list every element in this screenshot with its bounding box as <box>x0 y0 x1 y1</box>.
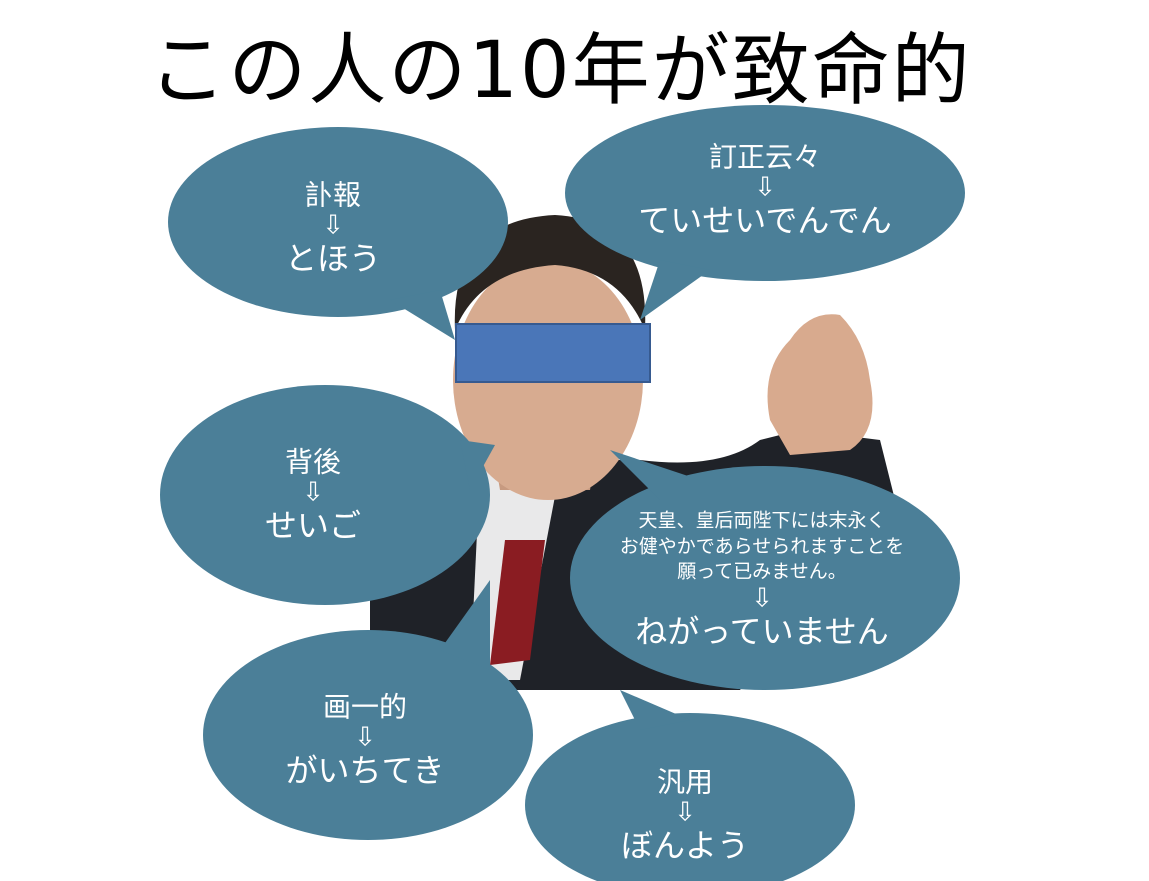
bubble-reading: ぼんよう <box>620 826 750 865</box>
bubble-source-line: 天皇、皇后両陛下には末永く <box>638 509 886 532</box>
bubble-kakuitsuteki: 画一的 ⇩ がいちてき <box>285 690 444 791</box>
down-arrow-icon: ⇩ <box>302 477 324 508</box>
hand <box>767 314 873 455</box>
down-arrow-icon: ⇩ <box>354 722 376 753</box>
bubble-fuhou: 訃報 ⇩ とほう <box>285 178 381 279</box>
censor-bar <box>455 323 651 383</box>
bubble-haigo: 背後 ⇩ せいご <box>265 445 361 546</box>
bubble-source: 訃報 <box>304 178 362 212</box>
bubble-source: 背後 <box>284 445 342 479</box>
down-arrow-icon: ⇩ <box>322 210 344 241</box>
bubble-source-line: 願って已みません。 <box>677 560 847 583</box>
bubble-hanyou: 汎用 ⇩ ぼんよう <box>621 765 749 866</box>
down-arrow-icon: ⇩ <box>751 583 773 614</box>
illustration <box>160 105 965 881</box>
bubble-reading: がいちてき <box>285 751 445 790</box>
bubble-source: 汎用 <box>656 765 714 799</box>
bubble-reading: せいご <box>264 506 362 545</box>
bubble-source-line: お健やかであらせられますことを <box>619 535 905 558</box>
bubble-source: 画一的 <box>322 690 408 724</box>
bubble-reading: ねがっていません <box>635 612 889 651</box>
down-arrow-icon: ⇩ <box>674 797 696 828</box>
bubble-tenno: 天皇、皇后両陛下には末永く お健やかであらせられますことを 願って已みません。 … <box>620 509 904 652</box>
bubble-reading: ていせいでんでん <box>638 201 892 240</box>
bubble-teisei: 訂正云々 ⇩ ていせいでんでん <box>638 140 891 241</box>
down-arrow-icon: ⇩ <box>754 172 776 203</box>
bubble-reading: とほう <box>284 239 382 278</box>
bubble-source: 訂正云々 <box>708 140 822 174</box>
